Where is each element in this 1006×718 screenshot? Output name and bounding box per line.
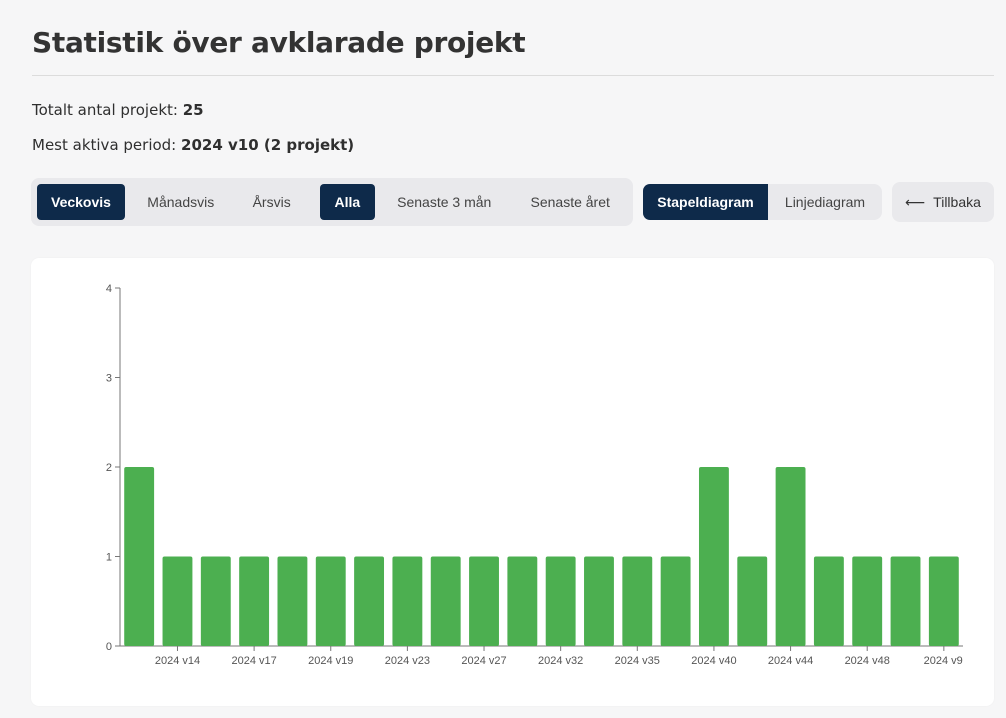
most-active-period-label: Mest aktiva period: [32,136,177,154]
last-year-button[interactable]: Senaste året [513,184,627,220]
bar [545,556,576,646]
y-tick-label: 3 [106,373,112,385]
bar [928,556,959,646]
total-projects-label: Totalt antal projekt: [32,101,178,119]
title-divider [32,75,994,76]
x-tick-label: 2024 v32 [538,655,583,667]
y-tick-label: 4 [106,283,112,295]
most-active-period-value: 2024 v10 (2 projekt) [181,136,355,154]
x-tick-label: 2024 v17 [231,655,276,667]
bar [239,556,270,646]
bar [775,467,806,646]
bar [813,556,844,646]
x-tick-label: 2024 v40 [691,655,736,667]
bar [737,556,768,646]
most-active-period-stat: Mest aktiva period: 2024 v10 (2 projekt) [32,136,354,154]
y-tick-label: 1 [106,552,112,564]
chart-card: 0 1 2 3 4 2024 v14 2024 v17 2024 v19 2024 v23 202… [31,258,994,706]
back-button-label: Tillbaka [933,194,981,210]
bar [277,556,308,646]
bar [469,556,499,646]
bar [698,467,729,646]
x-tick-label: 2024 v9 [924,655,963,667]
page-title: Statistik över avklarade projekt [32,26,526,59]
bar [200,556,231,646]
x-tick-label: 2024 v19 [308,655,353,667]
x-tick-label: 2024 v35 [615,655,660,667]
x-tick-label: 2024 v27 [461,655,506,667]
total-projects-stat: Totalt antal projekt: 25 [32,101,204,119]
all-button[interactable]: Alla [319,184,376,220]
yearly-button[interactable]: Årsvis [237,184,307,220]
x-tick-label: 2024 v48 [845,655,890,667]
arrow-left-icon: ⟵ [905,193,926,210]
bar [392,556,423,646]
x-tick-label: 2024 v14 [155,655,200,667]
bar [622,556,653,646]
period-filter-group: Veckovis Månadsvis Årsvis Alla Senaste 3… [31,178,633,226]
bar [507,556,538,646]
bar [430,556,461,646]
bar [584,556,614,646]
chart-type-group: Stapeldiagram Linjediagram [643,184,882,220]
back-button[interactable]: ⟵ Tillbaka [892,182,994,222]
bar [315,556,346,646]
last-3-months-button[interactable]: Senaste 3 mån [375,184,513,220]
line-chart-button[interactable]: Linjediagram [768,184,882,220]
bar-chart-button[interactable]: Stapeldiagram [643,184,768,220]
bar [354,556,385,646]
bar [660,556,691,646]
monthly-button[interactable]: Månadsvis [125,184,237,220]
bar [890,556,921,646]
y-tick-label: 2 [106,462,112,474]
x-tick-label: 2024 v44 [768,655,813,667]
bar [852,556,883,646]
y-tick-label: 0 [106,641,112,653]
total-projects-value: 25 [182,101,204,119]
bar [162,556,193,646]
x-tick-label: 2024 v23 [385,655,430,667]
bar-chart: 0 1 2 3 4 2024 v14 2024 v17 2024 v19 2024 v23 202… [106,283,963,667]
weekly-button[interactable]: Veckovis [37,184,125,220]
bar [124,467,155,646]
